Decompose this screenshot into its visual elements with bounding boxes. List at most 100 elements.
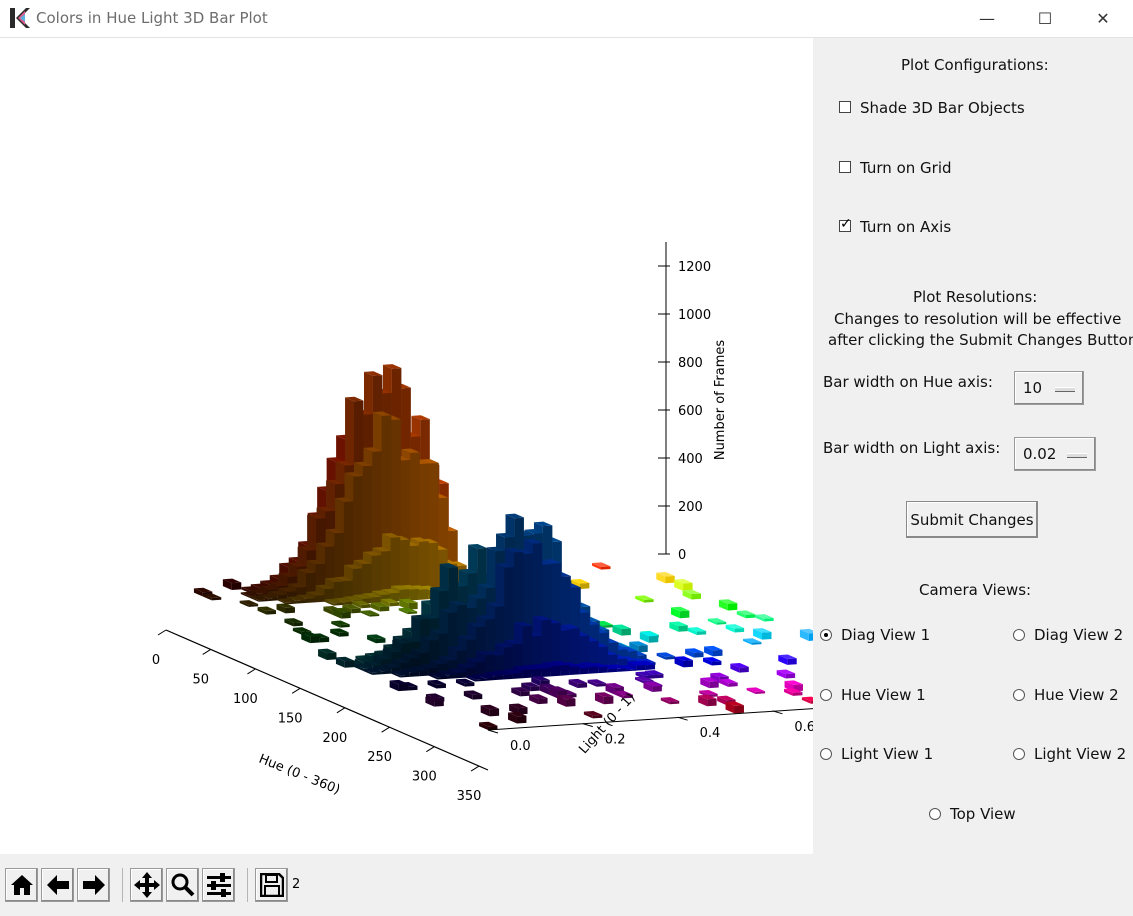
pan-button[interactable] (130, 868, 163, 902)
bar (285, 607, 295, 614)
bar (371, 596, 381, 604)
hue-width-label: Bar width on Hue axis: (823, 373, 993, 391)
hue-tick (202, 649, 211, 655)
toolbar-separator (122, 868, 123, 902)
diag-view-1-label[interactable]: Diag View 1 (841, 626, 930, 644)
hue-axis-label: Hue (0 - 360) (256, 752, 342, 798)
grid-checkbox-label[interactable]: Turn on Grid (860, 159, 952, 177)
plot-canvas[interactable]: 0 50 100 150 200 250 300 350 Hue (0 - 360) 0.0 0.2… (0, 38, 1005, 854)
hue-tick (157, 629, 167, 636)
bar (762, 632, 772, 640)
shade-checkbox-label[interactable]: Shade 3D Bar Objects (860, 99, 1025, 117)
resolution-note-2: after clicking the Submit Changes Button (828, 331, 1133, 349)
light-view-2-label[interactable]: Light View 2 (1034, 745, 1126, 763)
bar (408, 685, 418, 691)
pan-icon (133, 872, 160, 898)
axis-checkbox-label[interactable]: Turn on Axis (860, 218, 951, 236)
maximize-icon: ☐ (1037, 9, 1053, 28)
submit-changes-button[interactable]: Submit Changes (906, 501, 1038, 538)
light-width-select[interactable]: 0.02 (1014, 437, 1096, 471)
app-icon (10, 8, 30, 28)
save-button[interactable] (255, 868, 288, 902)
bar (565, 698, 576, 707)
z-tick-label: 1000 (678, 308, 711, 323)
configure-subplots-button[interactable] (202, 868, 235, 902)
light-view-1-radio[interactable] (820, 748, 832, 760)
forward-button[interactable] (77, 868, 110, 902)
bar (621, 628, 631, 636)
close-button[interactable]: ✕ (1074, 0, 1132, 37)
light-view-2-radio[interactable] (1013, 748, 1025, 760)
bar (409, 588, 419, 601)
hue-tick (247, 668, 256, 675)
zoom-button[interactable] (166, 868, 199, 902)
bar (447, 674, 457, 679)
light-tick-label: 0.4 (700, 726, 721, 741)
bar (711, 660, 722, 666)
bar (550, 665, 561, 677)
bar (785, 673, 796, 679)
hue-tick-label: 100 (233, 692, 258, 707)
shade-checkbox[interactable] (839, 101, 851, 113)
diag-view-2-label[interactable]: Diag View 2 (1034, 626, 1123, 644)
bar (577, 682, 588, 689)
bar (516, 715, 527, 724)
bar (696, 630, 707, 636)
light-tick (582, 723, 593, 728)
bar (691, 593, 702, 600)
dropdown-indicator-icon (1067, 453, 1087, 458)
hue-tick (381, 726, 390, 733)
z-tick-label: 0 (678, 548, 686, 563)
bar (418, 589, 429, 600)
hue-view-1-radio[interactable] (820, 689, 832, 701)
bar3d-chart[interactable]: 0 50 100 150 200 250 300 350 Hue (0 - 360) 0.0 0.2… (0, 38, 1005, 854)
bar (341, 611, 351, 619)
bar (541, 667, 551, 677)
axis-checkbox[interactable]: ✓ (839, 217, 852, 232)
light-tick-label: 0.2 (605, 733, 626, 748)
back-button[interactable] (41, 868, 74, 902)
bar (638, 645, 648, 653)
hue-tick (291, 687, 301, 694)
top-view-label[interactable]: Top View (950, 805, 1016, 823)
diag-view-1-radio[interactable] (820, 629, 832, 641)
bar (379, 606, 390, 612)
hue-width-value: 10 (1023, 379, 1043, 397)
bar (344, 660, 355, 668)
minimize-button[interactable]: — (958, 0, 1016, 37)
z-tick-label: 400 (678, 452, 703, 467)
bar (745, 614, 756, 619)
bar (319, 637, 330, 643)
home-button[interactable] (5, 868, 38, 902)
hue-view-1-label[interactable]: Hue View 1 (841, 686, 926, 704)
hue-view-2-radio[interactable] (1013, 689, 1025, 701)
bar (648, 635, 659, 643)
maximize-button[interactable]: ☐ (1016, 0, 1074, 37)
bar (598, 666, 608, 674)
bar (464, 682, 475, 687)
bar (512, 672, 523, 679)
light-tick-label: 0.0 (510, 739, 531, 754)
bar (305, 598, 316, 604)
bar (727, 603, 738, 611)
bar (683, 660, 693, 668)
dropdown-indicator-icon (1055, 387, 1075, 392)
minimize-icon: — (979, 9, 995, 28)
top-view-radio[interactable] (929, 808, 941, 820)
hue-tick (336, 707, 346, 714)
bar (579, 667, 589, 675)
grid-checkbox[interactable] (839, 161, 851, 173)
bar (787, 658, 797, 665)
bar (709, 681, 719, 689)
light-view-1-label[interactable]: Light View 1 (841, 745, 933, 763)
home-icon (10, 875, 33, 895)
hue-tick (470, 765, 480, 772)
bar (389, 602, 400, 607)
bar (456, 672, 466, 679)
diag-view-2-radio[interactable] (1013, 629, 1025, 641)
hue-view-2-label[interactable]: Hue View 2 (1034, 686, 1119, 704)
zoom-icon (171, 873, 194, 897)
hue-width-select[interactable]: 10 (1014, 371, 1084, 405)
save-icon (259, 873, 284, 897)
z-tick-label: 200 (678, 500, 703, 515)
